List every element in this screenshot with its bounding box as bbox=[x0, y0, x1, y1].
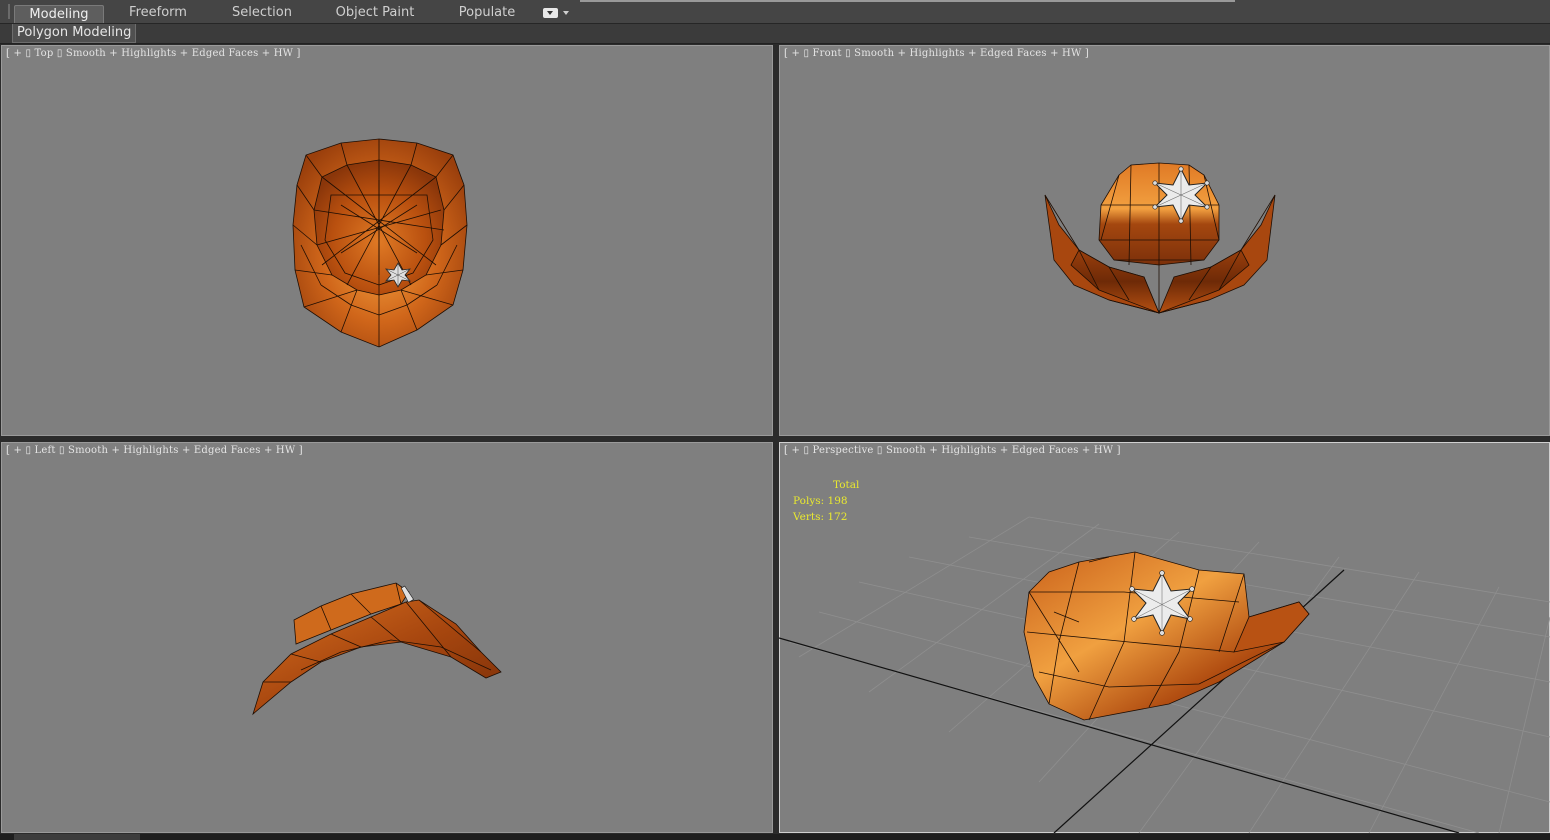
ribbon-panel: Polygon Modeling bbox=[0, 24, 1550, 44]
polygon-modeling-panel-button[interactable]: Polygon Modeling bbox=[12, 24, 137, 43]
viewport-top[interactable]: [ + ▯ Top ▯ Smooth + Highlights + Edged … bbox=[1, 45, 773, 436]
ribbon-tab-bar: Modeling Freeform Selection Object Paint… bbox=[0, 0, 1550, 24]
viewport-left[interactable]: [ + ▯ Left ▯ Smooth + Highlights + Edged… bbox=[1, 442, 773, 833]
viewport-front[interactable]: [ + ▯ Front ▯ Smooth + Highlights + Edge… bbox=[779, 45, 1550, 436]
hat-top-view bbox=[292, 138, 468, 348]
perspective-scene bbox=[779, 516, 1550, 833]
time-slider-handle[interactable] bbox=[14, 834, 140, 840]
time-slider-bar bbox=[0, 834, 1550, 840]
hat-left-view bbox=[252, 582, 502, 716]
hat-front-view bbox=[1044, 162, 1276, 315]
tab-modeling[interactable]: Modeling bbox=[14, 5, 104, 23]
tab-freeform[interactable]: Freeform bbox=[118, 4, 198, 22]
ribbon-dropdown-icon[interactable] bbox=[543, 8, 571, 19]
ribbon-top-divider bbox=[580, 0, 1235, 2]
ribbon-grip-handle[interactable] bbox=[8, 4, 10, 19]
tab-object-paint[interactable]: Object Paint bbox=[332, 4, 418, 22]
tab-populate[interactable]: Populate bbox=[450, 4, 524, 22]
tab-selection[interactable]: Selection bbox=[222, 4, 302, 22]
viewport-perspective[interactable]: [ + ▯ Perspective ▯ Smooth + Highlights … bbox=[779, 442, 1550, 833]
